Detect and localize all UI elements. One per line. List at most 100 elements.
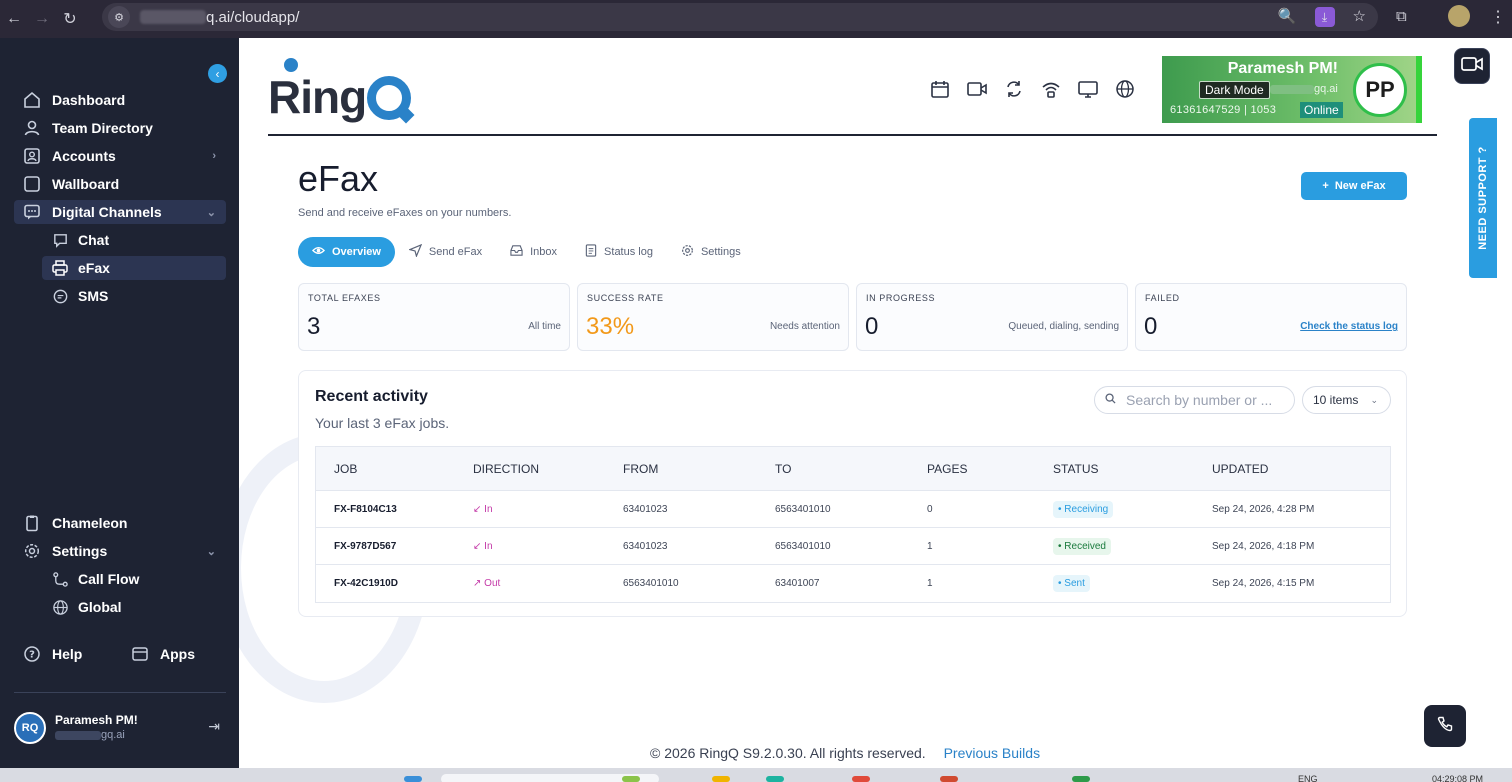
address-bar[interactable]: ⚙ q.ai/cloudapp/ 🔍 ⤓ ☆ — [102, 3, 1378, 31]
video-floating-button[interactable] — [1454, 48, 1490, 84]
forward-icon[interactable]: → — [28, 10, 56, 28]
tab-send-efax[interactable]: Send eFax — [395, 237, 496, 267]
back-icon[interactable]: ← — [0, 10, 28, 28]
search-input[interactable]: Search by number or ... — [1094, 386, 1295, 414]
sidebar-item-sms[interactable]: SMS — [42, 284, 226, 308]
check-status-log-link[interactable]: Check the status log — [1300, 321, 1398, 332]
sidebar-item-wallboard[interactable]: Wallboard — [14, 172, 226, 196]
need-support-label: NEED SUPPORT ? — [1477, 146, 1490, 250]
recent-activity-card: Recent activity Your last 3 eFax jobs. S… — [298, 370, 1407, 617]
send-icon — [407, 243, 423, 260]
table-row[interactable]: FX-42C1910D ↗ Out 6563401010 63401007 1 … — [316, 565, 1390, 602]
reload-icon[interactable]: ↻ — [56, 9, 84, 29]
taskbar-app-icon[interactable] — [712, 776, 730, 782]
header-tools — [929, 78, 1136, 100]
logo-dot — [284, 58, 298, 72]
taskbar-app-icon[interactable] — [766, 776, 784, 782]
sidebar-item-label: Accounts — [52, 148, 116, 164]
direction-text: Out — [484, 578, 501, 589]
table-row[interactable]: FX-F8104C13 ↙ In 63401023 6563401010 0 •… — [316, 491, 1390, 528]
sidebar-item-help[interactable]: ? Help — [14, 642, 114, 666]
need-support-tab[interactable]: NEED SUPPORT ? — [1469, 118, 1497, 278]
agent-avatar[interactable]: PP — [1353, 63, 1407, 117]
sidebar-item-team-directory[interactable]: Team Directory — [14, 116, 226, 140]
column-header-direction[interactable]: DIRECTION — [473, 462, 623, 476]
flow-icon — [50, 569, 70, 589]
efax-tabs: Overview Send eFax Inbox Status log Sett… — [298, 237, 755, 267]
browser-menu-icon[interactable]: ⋮ — [1490, 7, 1506, 27]
sidebar-item-label: Digital Channels — [52, 204, 162, 220]
previous-builds-link[interactable]: Previous Builds — [944, 745, 1041, 761]
profile-avatar[interactable] — [1448, 5, 1470, 27]
user-name: Paramesh PM! — [55, 713, 138, 727]
clock[interactable]: 04:29:08 PM — [1432, 774, 1483, 782]
logout-icon[interactable]: ⇥ — [208, 718, 220, 735]
job-id: FX-F8104C13 — [334, 503, 397, 515]
tab-inbox[interactable]: Inbox — [496, 237, 571, 267]
taskbar-app-icon[interactable] — [622, 776, 640, 782]
sidebar-item-apps[interactable]: Apps — [122, 642, 222, 666]
chevron-down-icon: ⌄ — [206, 206, 216, 219]
bookmark-star-icon[interactable]: ☆ — [1353, 7, 1366, 27]
video-call-icon[interactable] — [966, 78, 988, 100]
status-badge: • Sent — [1053, 575, 1090, 592]
column-header-pages[interactable]: PAGES — [927, 462, 1053, 476]
status-text: Receiving — [1064, 503, 1109, 515]
tab-settings[interactable]: Settings — [667, 237, 755, 267]
collapse-sidebar-button[interactable]: ‹ — [208, 64, 227, 83]
logo-text: Ring — [268, 71, 367, 123]
new-efax-label: New eFax — [1334, 180, 1386, 192]
search-icon — [1105, 393, 1116, 407]
apps-icon — [130, 644, 150, 664]
globe-icon[interactable] — [1114, 78, 1136, 100]
items-per-page-select[interactable]: 10 items ⌄ — [1302, 386, 1391, 414]
sidebar-item-settings[interactable]: Settings ⌄ — [14, 539, 226, 563]
site-info-icon[interactable]: ⚙ — [108, 6, 130, 28]
wifi-icon[interactable] — [1040, 78, 1062, 100]
taskbar-app-icon[interactable] — [852, 776, 870, 782]
sidebar-item-chameleon[interactable]: Chameleon — [14, 511, 226, 535]
sidebar-item-call-flow[interactable]: Call Flow — [42, 567, 226, 591]
to-number: 63401007 — [775, 578, 820, 589]
stat-failed: FAILED 0 Check the status log — [1135, 283, 1407, 351]
column-header-to[interactable]: TO — [775, 462, 927, 476]
install-app-icon[interactable]: ⤓ — [1314, 7, 1335, 27]
refresh-icon[interactable] — [1003, 78, 1025, 100]
header-divider — [268, 134, 1437, 136]
phone-floating-button[interactable] — [1424, 705, 1466, 747]
tab-label: Status log — [604, 246, 653, 258]
tab-status-log[interactable]: Status log — [571, 237, 667, 267]
sidebar-item-accounts[interactable]: Accounts › — [14, 144, 226, 168]
copyright-text: © 2026 RingQ S9.2.0.30. All rights reser… — [650, 745, 926, 761]
taskbar-app-icon[interactable] — [1072, 776, 1090, 782]
sidebar-item-global[interactable]: Global — [42, 595, 226, 619]
agent-status-card[interactable]: Paramesh PM! Dark Mode gq.ai 61361647529… — [1162, 56, 1422, 123]
monitor-icon[interactable] — [1077, 78, 1099, 100]
column-header-updated[interactable]: UPDATED — [1212, 462, 1382, 476]
taskbar-app-icon[interactable] — [940, 776, 958, 782]
tab-overview[interactable]: Overview — [298, 237, 395, 267]
start-icon[interactable] — [404, 776, 422, 782]
sidebar-item-efax[interactable]: eFax — [42, 256, 226, 280]
sidebar-item-dashboard[interactable]: Dashboard — [14, 88, 226, 112]
sidebar-item-chat[interactable]: Chat — [42, 228, 226, 252]
column-header-job[interactable]: JOB — [316, 462, 473, 476]
sidebar-item-label: Apps — [160, 646, 195, 662]
agent-domain: gq.ai — [1270, 83, 1338, 95]
sidebar-item-digital-channels[interactable]: Digital Channels ⌄ — [14, 200, 226, 224]
table-row[interactable]: FX-9787D567 ↙ In 63401023 6563401010 1 •… — [316, 528, 1390, 565]
os-taskbar: ENG 04:29:08 PM — [0, 768, 1512, 782]
chevron-right-icon: › — [212, 150, 216, 162]
new-efax-button[interactable]: + New eFax — [1301, 172, 1407, 200]
status-badge[interactable]: Online — [1300, 102, 1343, 118]
column-header-status[interactable]: STATUS — [1053, 462, 1212, 476]
column-header-from[interactable]: FROM — [623, 462, 775, 476]
card-title: Recent activity — [315, 388, 428, 405]
dark-mode-toggle[interactable]: Dark Mode — [1199, 81, 1270, 99]
svg-text:?: ? — [29, 650, 35, 661]
language-indicator[interactable]: ENG — [1298, 774, 1318, 782]
extensions-icon[interactable]: ⧉ — [1396, 8, 1407, 25]
calendar-icon[interactable] — [929, 78, 951, 100]
zoom-icon[interactable]: 🔍 — [1278, 7, 1297, 27]
efax-table: JOB DIRECTION FROM TO PAGES STATUS UPDAT… — [315, 446, 1391, 603]
